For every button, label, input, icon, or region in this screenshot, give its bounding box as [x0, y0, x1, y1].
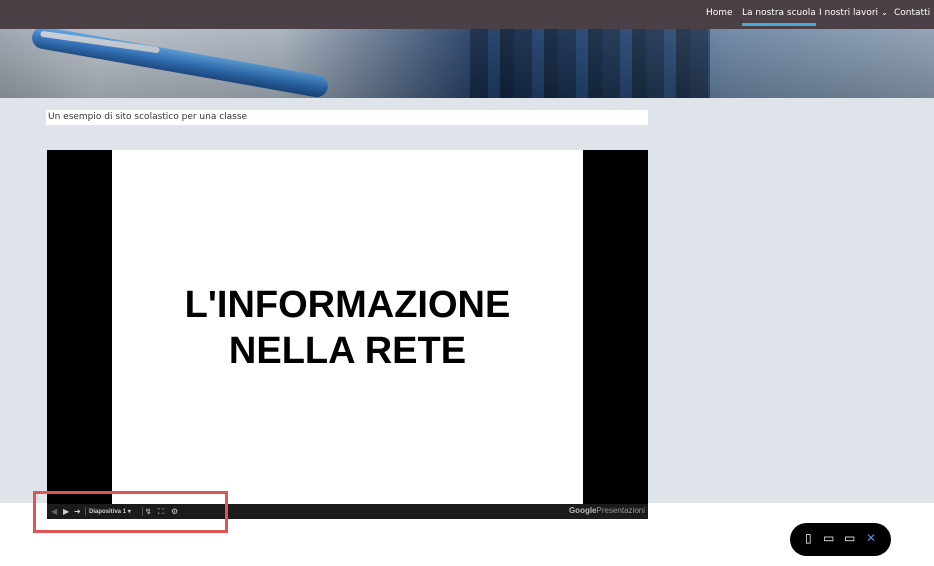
presentation-embed[interactable]: L'INFORMAZIONE NELLA RETE ◀ ▶ ➜ Diaposit…: [47, 150, 648, 519]
top-navigation: Home La nostra scuola I nostri lavori ⌄ C…: [0, 0, 934, 29]
hero-banner-image: [0, 29, 934, 98]
page-subtitle-box: Un esempio di sito scolastico per una cl…: [46, 110, 648, 125]
desktop-icon[interactable]: ▭: [844, 531, 855, 545]
nav-item-la-nostra-scuola[interactable]: La nostra scuola: [742, 8, 816, 26]
nav-item-i-nostri-lavori-label: I nostri lavori: [819, 8, 879, 18]
nav-item-contatti[interactable]: Contatti: [894, 8, 930, 18]
close-icon[interactable]: ✕: [866, 531, 876, 545]
nav-item-i-nostri-lavori[interactable]: I nostri lavori ⌄: [819, 8, 888, 18]
device-preview-toolbar: ▯ ▭ ▭ ✕: [790, 523, 891, 556]
chevron-down-icon: ⌄: [881, 8, 888, 17]
nav-item-home[interactable]: Home: [706, 8, 733, 18]
mobile-icon[interactable]: ▯: [805, 531, 812, 545]
slide-title-line-1: L'INFORMAZIONE: [184, 284, 511, 326]
controls-highlight-box: [33, 491, 228, 533]
slide-title-line-2: NELLA RETE: [228, 330, 467, 372]
slide-title: L'INFORMAZIONE NELLA RETE: [112, 282, 583, 374]
google-presentazioni-brand: GooglePresentazioni: [568, 506, 645, 515]
tablet-icon[interactable]: ▭: [823, 531, 834, 545]
slide: L'INFORMAZIONE NELLA RETE: [112, 150, 583, 504]
page-subtitle: Un esempio di sito scolastico per una cl…: [48, 112, 248, 122]
